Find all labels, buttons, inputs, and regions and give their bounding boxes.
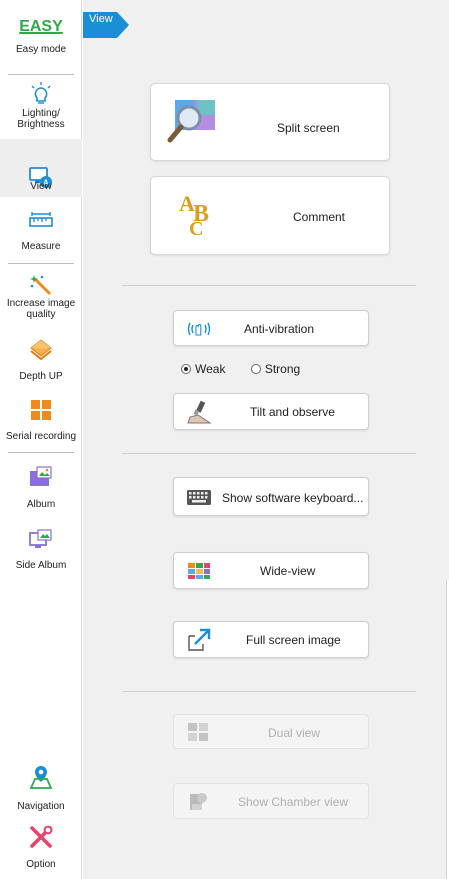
tools-icon — [30, 825, 53, 848]
sidebar-item-label: Option — [26, 859, 56, 870]
wide-view-label: Wide-view — [260, 564, 316, 578]
sidebar-item-label: Lighting/ Brightness — [17, 108, 65, 130]
easy-logo: EASY — [19, 18, 63, 35]
grid-icon — [31, 400, 51, 420]
anti-vibration-button[interactable]: Anti-vibration — [173, 310, 369, 346]
sidebar-item-album[interactable]: Album — [0, 466, 82, 512]
sidebar-item-label: Album — [26, 499, 56, 510]
anti-vibration-icon — [187, 322, 211, 336]
sidebar-item-option[interactable]: Option — [0, 825, 82, 875]
show-chamber-view-button[interactable]: Show Chamber view — [173, 783, 369, 819]
sidebar-item-label: Increase image quality — [6, 298, 76, 320]
sidebar-item-depth-up[interactable]: Depth UP — [0, 337, 82, 387]
sidebar-item-label: Measure — [21, 241, 61, 252]
sidebar-item-label: Easy mode — [15, 44, 67, 55]
svg-text:C: C — [189, 218, 203, 237]
layers-icon — [30, 339, 52, 361]
show-software-keyboard-label: Show software keyboard... — [222, 491, 364, 505]
keyboard-icon — [187, 490, 211, 505]
full-screen-icon — [188, 628, 211, 651]
split-screen-button[interactable]: Split screen — [150, 83, 390, 161]
radio-weak[interactable]: Weak — [181, 362, 225, 376]
vibration-strength-group: Weak Strong — [181, 362, 300, 376]
wide-view-button[interactable]: Wide-view — [173, 552, 369, 589]
sidebar-item-label: Serial recording — [5, 431, 77, 442]
sidebar-item-increase-image-quality[interactable]: Increase image quality — [0, 274, 82, 330]
comment-label: Comment — [293, 210, 346, 224]
dual-view-icon — [188, 723, 208, 741]
full-screen-image-button[interactable]: Full screen image — [173, 621, 369, 658]
sidebar-item-measure[interactable]: Measure — [0, 209, 82, 259]
sidebar-item-label: Depth UP — [19, 371, 63, 382]
radio-strong[interactable]: Strong — [250, 362, 300, 376]
split-screen-icon — [167, 100, 215, 143]
anti-vibration-label: Anti-vibration — [244, 322, 315, 336]
sidebar-item-serial-recording[interactable]: Serial recording — [0, 399, 82, 447]
comment-button[interactable]: A B C Comment — [150, 176, 390, 255]
sidebar-item-label: View — [30, 181, 52, 192]
tilt-and-observe-label: Tilt and observe — [250, 405, 335, 419]
dual-view-label: Dual view — [268, 726, 321, 740]
chamber-view-icon — [190, 793, 207, 810]
sidebar-item-lighting[interactable]: Lighting/ Brightness — [0, 82, 82, 137]
divider — [122, 285, 416, 286]
lightbulb-icon — [31, 82, 51, 104]
sidebar-item-navigation[interactable]: Navigation — [0, 765, 82, 815]
sidebar-item-label: Side Album — [15, 560, 67, 571]
monitor-image-icon — [29, 529, 52, 548]
full-screen-image-label: Full screen image — [246, 633, 341, 647]
tilt-and-observe-button[interactable]: Tilt and observe — [173, 393, 369, 430]
sidebar-item-view[interactable]: A View — [0, 139, 82, 197]
sidebar-item-label: Navigation — [17, 801, 65, 812]
magic-wand-icon — [30, 275, 51, 295]
show-chamber-view-label: Show Chamber view — [238, 795, 349, 809]
folder-image-icon — [30, 466, 52, 486]
split-screen-label: Split screen — [277, 121, 340, 135]
dual-view-button[interactable]: Dual view — [173, 714, 369, 749]
comment-abc-icon: A B C — [179, 191, 209, 237]
sidebar-item-side-album[interactable]: Side Album — [0, 529, 82, 575]
divider — [122, 453, 416, 454]
tilt-icon — [187, 400, 212, 424]
sidebar: EASY Easy mode Lighting/ Brightness A Vi… — [0, 0, 82, 879]
show-software-keyboard-button[interactable]: Show software keyboard... — [173, 477, 369, 516]
divider — [122, 691, 416, 692]
map-pin-icon — [29, 766, 53, 789]
ruler-icon — [29, 212, 53, 227]
wide-view-icon — [188, 563, 210, 579]
sidebar-item-easy-mode[interactable]: EASY Easy mode — [0, 18, 82, 70]
